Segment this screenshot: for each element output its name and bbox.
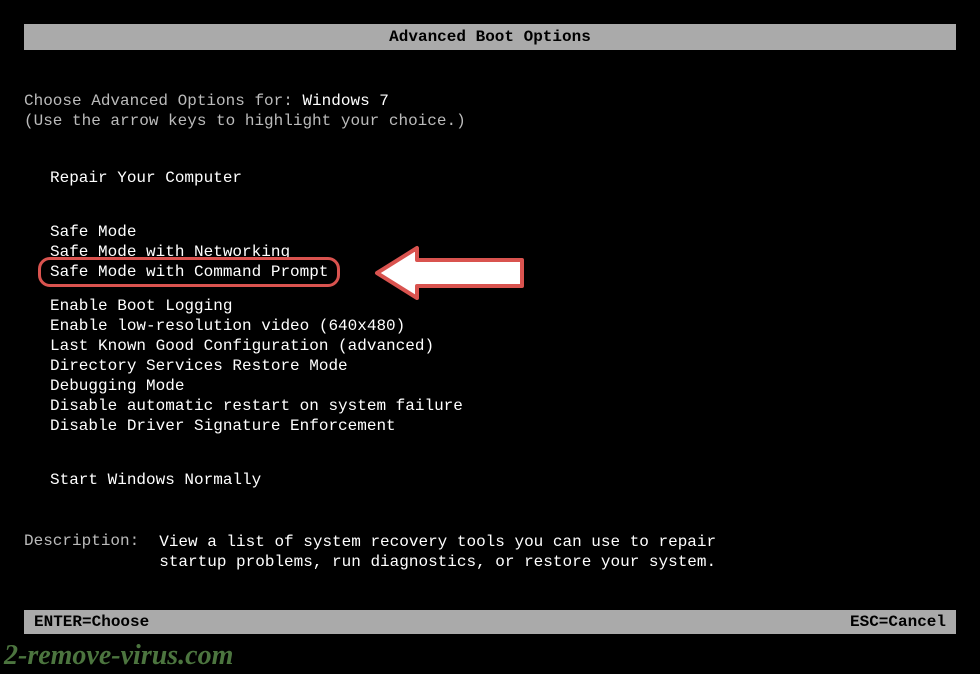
menu-boot-logging[interactable]: Enable Boot Logging [50, 296, 956, 316]
menu-safe-mode[interactable]: Safe Mode [50, 222, 956, 242]
footer-esc: ESC=Cancel [850, 613, 946, 631]
prompt-label: Choose Advanced Options for: [24, 92, 302, 110]
footer-bar: ENTER=Choose ESC=Cancel [24, 610, 956, 634]
menu-no-auto-restart[interactable]: Disable automatic restart on system fail… [50, 396, 956, 416]
title-bar: Advanced Boot Options [24, 24, 956, 50]
menu-dsrm[interactable]: Directory Services Restore Mode [50, 356, 956, 376]
menu-safe-mode-networking[interactable]: Safe Mode with Networking [50, 242, 956, 262]
menu-low-res-video[interactable]: Enable low-resolution video (640x480) [50, 316, 956, 336]
description-section: Description: View a list of system recov… [24, 532, 956, 572]
menu-last-known-good[interactable]: Last Known Good Configuration (advanced) [50, 336, 956, 356]
menu-no-driver-sig[interactable]: Disable Driver Signature Enforcement [50, 416, 956, 436]
menu-repair-computer[interactable]: Repair Your Computer [50, 168, 956, 188]
menu-debugging[interactable]: Debugging Mode [50, 376, 956, 396]
description-label: Description: [24, 532, 139, 572]
title-text: Advanced Boot Options [389, 28, 591, 46]
watermark: 2-remove-virus.com [4, 640, 233, 672]
boot-menu: Repair Your Computer Safe Mode Safe Mode… [24, 168, 956, 490]
menu-start-normally[interactable]: Start Windows Normally [50, 470, 956, 490]
prompt-line: Choose Advanced Options for: Windows 7 [24, 92, 956, 110]
description-text: View a list of system recovery tools you… [159, 532, 719, 572]
menu-safe-mode-cmd[interactable]: Safe Mode with Command Prompt [50, 262, 328, 282]
os-name: Windows 7 [302, 92, 388, 110]
footer-enter: ENTER=Choose [34, 613, 149, 631]
hint-line: (Use the arrow keys to highlight your ch… [24, 112, 956, 130]
content-area: Choose Advanced Options for: Windows 7 (… [0, 92, 980, 572]
menu-safe-mode-cmd-highlighted[interactable]: Safe Mode with Command Prompt [50, 262, 328, 282]
